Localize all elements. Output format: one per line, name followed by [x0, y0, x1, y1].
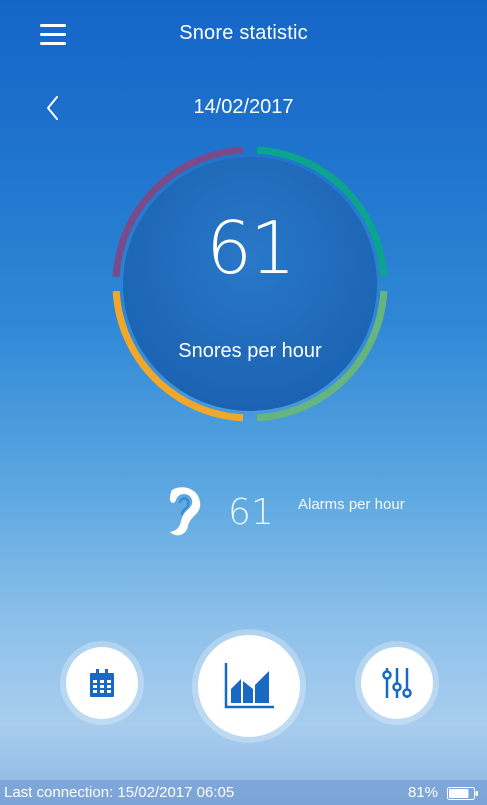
battery-percent: 81% — [408, 784, 439, 801]
alarm-count-value: 61 — [228, 492, 274, 533]
page-title: Snore statistic — [179, 22, 308, 44]
calendar-icon — [90, 669, 114, 697]
app-screen: Snore statistic 14/02/2017 61 Snores per… — [0, 0, 487, 805]
snore-count-value: 61 — [206, 206, 296, 290]
sliders-icon — [382, 668, 412, 698]
settings-button[interactable] — [361, 647, 433, 719]
alarms-summary: 61 Alarms per hour — [160, 484, 420, 544]
bar-chart-icon — [224, 663, 274, 709]
ear-icon — [160, 484, 206, 540]
statistics-button[interactable] — [198, 635, 300, 737]
last-connection-text: Last connection: 15/02/2017 06:05 — [4, 784, 235, 801]
battery-icon — [447, 787, 478, 800]
alarm-count-label: Alarms per hour — [298, 496, 405, 513]
top-bar: Snore statistic — [0, 0, 487, 70]
status-bar: Last connection: 15/02/2017 06:05 81% — [0, 780, 487, 805]
snore-count-caption: Snores per hour — [178, 340, 322, 362]
date-label: 14/02/2017 — [193, 96, 294, 118]
calendar-button[interactable] — [66, 647, 138, 719]
